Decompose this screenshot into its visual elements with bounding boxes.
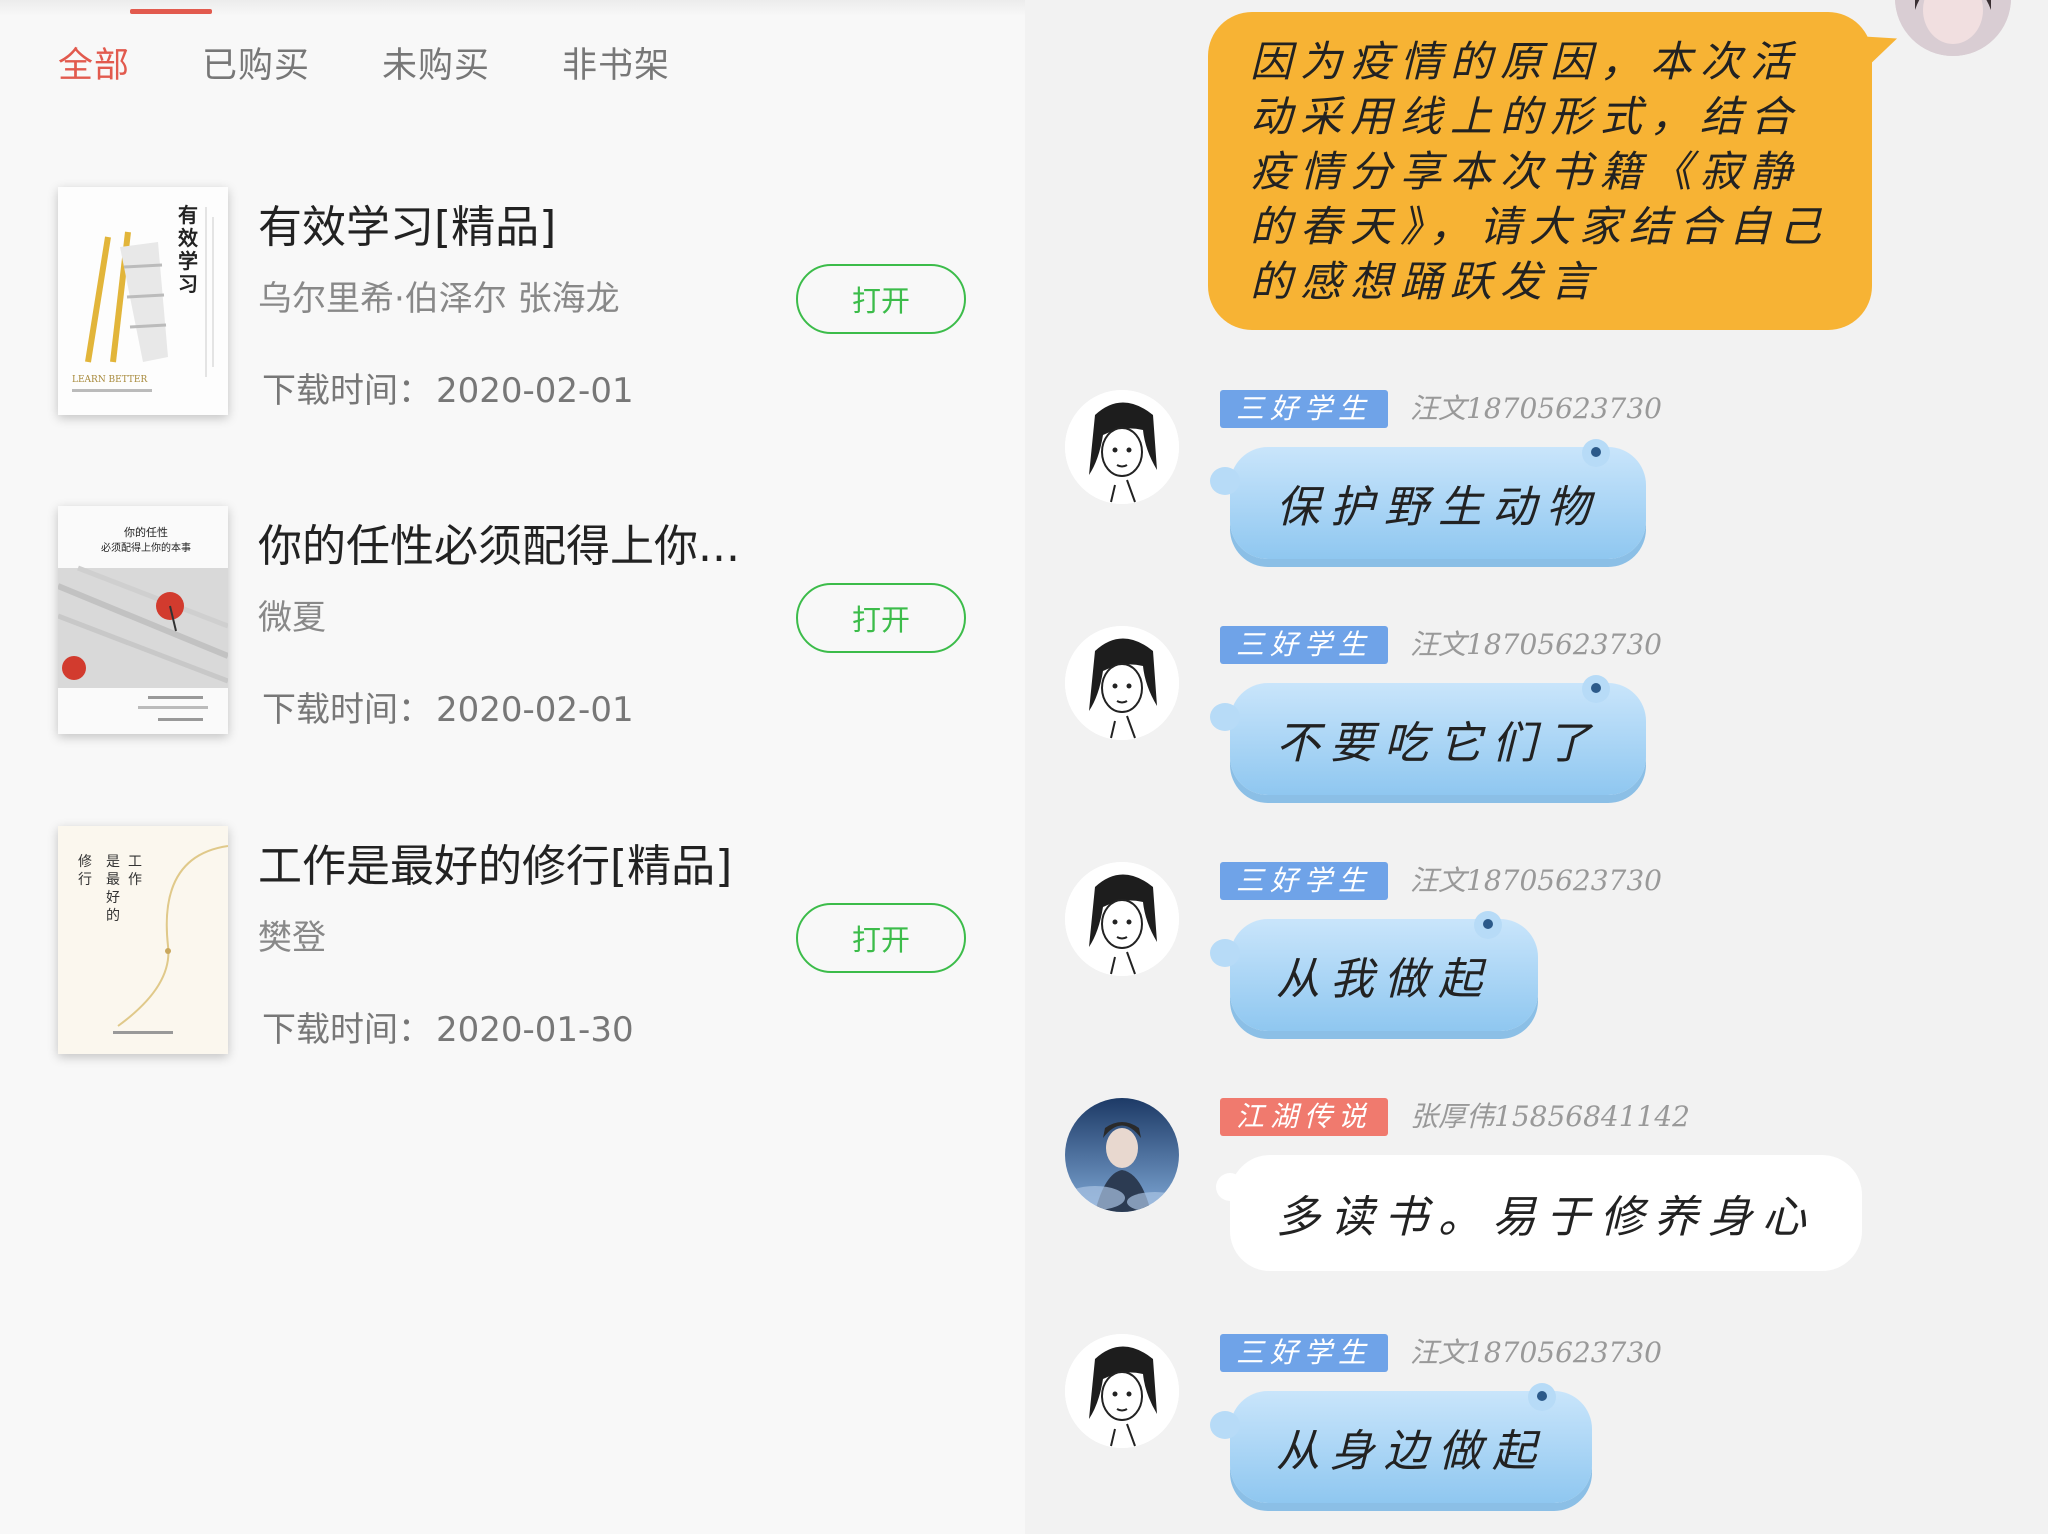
book-item[interactable]: 工 作 是 最 好 的 修 行 工作是最好的修行[精品] 樊登 下载时间： 202…: [58, 826, 998, 1058]
tab-not-on-shelf[interactable]: 非书架: [562, 36, 670, 96]
download-time-value: 2020-02-01: [436, 371, 634, 411]
svg-text:的: 的: [106, 908, 120, 924]
book-title[interactable]: 有效学习[精品]: [258, 191, 556, 255]
avatar[interactable]: [1065, 1334, 1179, 1448]
book-author: 微夏: [258, 598, 326, 638]
avatar[interactable]: [1065, 390, 1179, 504]
message-bubble: 保护野生动物: [1210, 439, 1646, 559]
user-title-badge: 三好学生: [1220, 626, 1389, 664]
svg-text:效: 效: [178, 226, 198, 250]
svg-text:是: 是: [106, 854, 120, 870]
book-author: 乌尔里希·伯泽尔 张海龙: [258, 279, 620, 319]
tab-not-purchased[interactable]: 未购买: [382, 36, 490, 96]
message-text: 因为疫情的原因，本次活动采用线上的形式，结合疫情分享本次书籍《寂静的春天》，请大…: [1250, 37, 1830, 306]
svg-text:LEARN BETTER: LEARN BETTER: [72, 375, 147, 385]
download-time-label: 下载时间：: [262, 1010, 432, 1050]
message-text: 多读书。易于修养身心: [1276, 1192, 1816, 1243]
open-button[interactable]: 打开: [796, 583, 966, 653]
download-time: 下载时间： 2020-01-30: [258, 1002, 634, 1051]
message-bubble-announcement: 因为疫情的原因，本次活动采用线上的形式，结合疫情分享本次书籍《寂静的春天》，请大…: [1208, 12, 1872, 330]
svg-text:行: 行: [78, 872, 92, 888]
download-time-label: 下载时间：: [262, 690, 432, 730]
message-bubble: 多读书。易于修养身心: [1216, 1155, 1862, 1271]
message-bubble: 从身边做起: [1210, 1383, 1592, 1503]
avatar[interactable]: [1895, 0, 2011, 56]
svg-text:有: 有: [178, 203, 198, 227]
user-title-badge: 三好学生: [1220, 862, 1389, 900]
book-title[interactable]: 你的任性必须配得上你...: [258, 510, 740, 574]
message-text: 从我做起: [1276, 954, 1492, 1005]
sender-name: 汪文18705623730: [1410, 628, 1662, 661]
message-text: 不要吃它们了: [1276, 718, 1600, 769]
book-author: 樊登: [258, 918, 326, 958]
avatar[interactable]: [1065, 626, 1179, 740]
book-item[interactable]: 你的任性 必须配得上你的本事 你的任性必须配得上你... 微夏 下载时间： 202…: [58, 506, 998, 738]
svg-text:好: 好: [106, 890, 120, 906]
bubble-decoration: [1582, 439, 1610, 467]
svg-text:习: 习: [178, 272, 198, 296]
svg-text:最: 最: [106, 872, 120, 888]
user-title-badge: 三好学生: [1220, 390, 1389, 428]
svg-text:学: 学: [178, 249, 198, 273]
bubble-decoration: [1474, 911, 1502, 939]
svg-text:必须配得上你的本事: 必须配得上你的本事: [101, 541, 191, 554]
open-button[interactable]: 打开: [796, 903, 966, 973]
svg-text:修: 修: [78, 854, 92, 870]
download-time-label: 下载时间：: [262, 371, 432, 411]
tab-purchased[interactable]: 已购买: [202, 36, 310, 96]
download-time-value: 2020-01-30: [436, 1010, 634, 1050]
message-text: 保护野生动物: [1276, 482, 1600, 533]
book-cover[interactable]: 工 作 是 最 好 的 修 行: [58, 826, 228, 1054]
tab-all[interactable]: 全部: [58, 36, 130, 96]
user-title-badge: 三好学生: [1220, 1334, 1389, 1372]
message-text: 从身边做起: [1276, 1426, 1546, 1477]
user-title-badge: 江湖传说: [1220, 1098, 1389, 1136]
sender-name: 张厚伟15856841142: [1410, 1100, 1690, 1133]
svg-text:你的任性: 你的任性: [124, 525, 168, 539]
filter-tabs: 全部 已购买 未购买 非书架: [58, 36, 742, 96]
book-cover[interactable]: 有 效 学 习 LEARN BETTER: [58, 187, 228, 415]
message-bubble: 不要吃它们了: [1210, 675, 1646, 795]
sender-name: 汪文18705623730: [1410, 864, 1662, 897]
book-title[interactable]: 工作是最好的修行[精品]: [258, 830, 732, 894]
download-time: 下载时间： 2020-02-01: [258, 363, 634, 412]
open-button[interactable]: 打开: [796, 264, 966, 334]
active-tab-indicator: [130, 9, 212, 14]
svg-text:工: 工: [128, 854, 142, 870]
avatar[interactable]: [1065, 1098, 1179, 1212]
book-item[interactable]: 有 效 学 习 LEARN BETTER 有效学习[精品] 乌尔里希·伯泽尔 张…: [58, 187, 998, 419]
sender-name: 汪文18705623730: [1410, 1336, 1662, 1369]
bubble-decoration: [1582, 675, 1610, 703]
bubble-decoration: [1528, 1383, 1556, 1411]
svg-text:作: 作: [128, 872, 142, 888]
bookshelf-panel: 全部 已购买 未购买 非书架 有 效 学 习 LEARN BETTER 有效学习…: [0, 0, 1025, 1534]
sender-name: 汪文18705623730: [1410, 392, 1662, 425]
avatar[interactable]: [1065, 862, 1179, 976]
book-cover[interactable]: 你的任性 必须配得上你的本事: [58, 506, 228, 734]
chat-panel: 因为疫情的原因，本次活动采用线上的形式，结合疫情分享本次书籍《寂静的春天》，请大…: [1025, 0, 2048, 1534]
download-time: 下载时间： 2020-02-01: [258, 682, 634, 731]
message-bubble: 从我做起: [1210, 911, 1538, 1031]
download-time-value: 2020-02-01: [436, 690, 634, 730]
